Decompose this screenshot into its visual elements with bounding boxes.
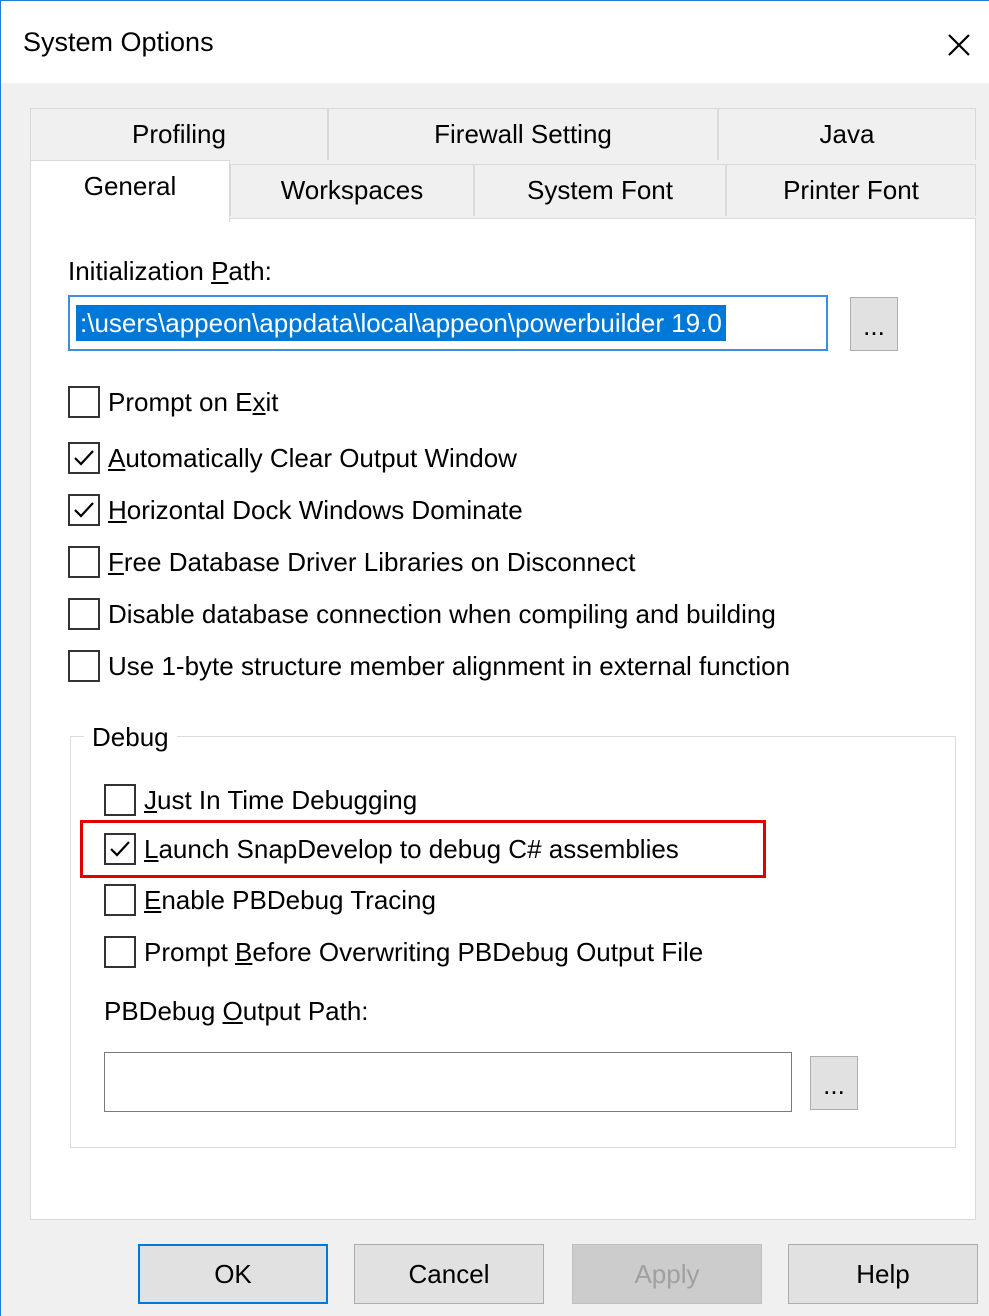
ok-button[interactable]: OK [138,1244,328,1304]
tab-label: Firewall Setting [434,119,612,149]
cancel-button[interactable]: Cancel [354,1244,544,1304]
general-option-3[interactable]: Free Database Driver Libraries on Discon… [68,546,635,578]
tab-label: System Font [527,175,673,205]
tab-label: Workspaces [280,175,424,205]
option-label: Disable database connection when compili… [108,599,776,630]
general-option-1[interactable]: Automatically Clear Output Window [68,442,517,474]
highlight-box [80,820,766,878]
debug-option-3[interactable]: Prompt Before Overwriting PBDebug Output… [104,936,703,968]
option-label: Automatically Clear Output Window [108,443,517,474]
label-mnemonic: P [211,256,229,286]
checkbox[interactable] [104,784,136,816]
init-path-value: :\users\appeon\appdata\local\appeon\powe… [76,305,726,341]
tab-firewall-setting[interactable]: Firewall Setting [328,108,718,160]
init-path-input[interactable]: :\users\appeon\appdata\local\appeon\powe… [68,295,828,351]
label-text: Use 1-byte structure member alignment in… [108,650,791,681]
checkbox[interactable] [68,442,100,474]
tab-printer-font[interactable]: Printer Font [726,164,976,216]
init-path-browse-button[interactable]: ... [850,297,898,351]
pbdebug-output-path-label: PBDebug Output Path: [104,996,369,1027]
label-mnemonic: E [144,884,162,915]
label-text: utput Path: [242,996,369,1026]
label-text: it [265,386,279,417]
checkbox[interactable] [68,386,100,418]
label-mnemonic: x [252,386,266,417]
tab-general[interactable]: General [30,160,230,222]
tab-label: Printer Font [783,175,919,205]
dialog-title: System Options [23,27,214,57]
tab-label: Profiling [132,119,226,149]
label-text: Disable database connection when compili… [108,598,776,629]
label-text: efore Overwriting PBDebug Output File [252,936,704,967]
option-label: Prompt on Exit [108,387,279,418]
debug-option-2[interactable]: Enable PBDebug Tracing [104,884,436,916]
option-label: Enable PBDebug Tracing [144,885,436,916]
tab-label: General [83,171,177,201]
option-label: Free Database Driver Libraries on Discon… [108,547,635,578]
output-path-browse-button[interactable]: ... [810,1056,858,1110]
apply-button[interactable]: Apply [572,1244,762,1304]
tab-system-font[interactable]: System Font [474,164,726,216]
tab-workspaces[interactable]: Workspaces [230,164,474,216]
label-text: Prompt on E [108,386,253,417]
label-mnemonic: F [108,546,124,577]
label-text: ree Database Driver Libraries on Disconn… [123,546,636,577]
general-option-4[interactable]: Disable database connection when compili… [68,598,776,630]
label-mnemonic: J [144,784,157,815]
label-mnemonic: O [222,996,243,1026]
checkbox[interactable] [68,546,100,578]
label-text: Initialization [68,256,212,286]
option-label: Prompt Before Overwriting PBDebug Output… [144,937,703,968]
general-option-2[interactable]: Horizontal Dock Windows Dominate [68,494,523,526]
checkbox[interactable] [68,650,100,682]
label-text: utomatically Clear Output Window [125,442,517,473]
label-mnemonic: H [108,494,127,525]
checkbox[interactable] [68,598,100,630]
general-option-5[interactable]: Use 1-byte structure member alignment in… [68,650,790,682]
checkbox[interactable] [104,936,136,968]
checkmark-icon [74,450,94,466]
general-option-0[interactable]: Prompt on Exit [68,386,279,418]
option-label: Use 1-byte structure member alignment in… [108,651,790,682]
tab-profiling[interactable]: Profiling [30,108,328,160]
label-text: ath: [228,256,272,286]
debug-option-0[interactable]: Just In Time Debugging [104,784,417,816]
checkmark-icon [74,502,94,518]
option-label: Just In Time Debugging [144,785,417,816]
label-text: PBDebug [104,996,223,1026]
checkbox[interactable] [68,494,100,526]
label-text: nable PBDebug Tracing [161,884,436,915]
label-text: ust In Time Debugging [157,784,418,815]
label-text: orizontal Dock Windows Dominate [126,494,523,525]
checkbox[interactable] [104,884,136,916]
option-label: Horizontal Dock Windows Dominate [108,495,523,526]
label-mnemonic: A [108,442,126,473]
pbdebug-output-path-input[interactable] [104,1052,792,1112]
tab-java[interactable]: Java [718,108,976,160]
debug-group-label: Debug [84,722,177,753]
init-path-label: Initialization Path: [68,256,272,287]
label-text: Prompt [144,936,236,967]
close-icon[interactable] [939,25,979,65]
tab-label: Java [819,119,875,149]
help-button[interactable]: Help [788,1244,978,1304]
title-bar: System Options [1,1,989,83]
label-mnemonic: B [235,936,253,967]
